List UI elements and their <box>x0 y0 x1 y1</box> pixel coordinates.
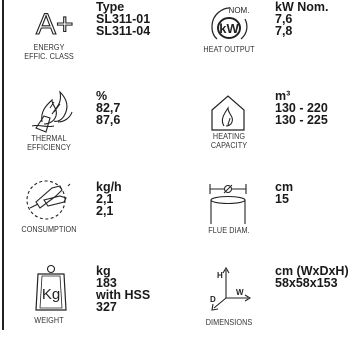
caption-line: CAPACITY <box>210 140 248 150</box>
thermal-efficiency-icon <box>28 88 76 134</box>
dimensions-icon: H W D <box>208 264 252 314</box>
heating-capacity-values: m³ 130 - 220 130 - 225 <box>275 90 328 127</box>
dim-letter-w: W <box>236 288 244 297</box>
caption-line: EFFIC. CLASS <box>24 51 74 61</box>
thermal-efficiency-caption: THERMAL EFFICIENCY <box>11 134 88 152</box>
consumption-icon <box>22 176 78 222</box>
value-line: 15 <box>275 192 289 206</box>
consumption-values: kg/h 2,1 2,1 <box>96 181 122 218</box>
value-line: 130 - 225 <box>275 113 328 127</box>
dimensions-caption: DIMENSIONS <box>191 318 268 327</box>
dim-letter-d: D <box>210 295 216 304</box>
left-border-line <box>2 0 4 330</box>
dim-letter-h: H <box>217 271 223 280</box>
weight-caption: WEIGHT <box>11 316 88 325</box>
caption-line: HEAT OUTPUT <box>203 44 255 54</box>
value-line: 87,6 <box>96 113 121 127</box>
thermal-efficiency-values: % 82,7 87,6 <box>96 90 121 127</box>
value-line: 58x58x153 <box>275 276 338 290</box>
flue-diameter-values: cm 15 <box>275 181 293 206</box>
heat-output-caption: HEAT OUTPUT <box>191 45 268 54</box>
caption-line: CONSUMPTION <box>21 224 77 234</box>
kg-symbol: Kg <box>42 286 60 303</box>
heat-output-values: kW Nom. 7,6 7,8 <box>275 1 328 38</box>
heat-output-icon: kW NOM. <box>207 3 251 43</box>
energy-class-icon: A+ <box>30 4 74 42</box>
caption-line: WEIGHT <box>34 315 64 325</box>
caption-line: DIMENSIONS <box>205 317 253 327</box>
nom-tag: NOM. <box>229 6 250 15</box>
value-line: SL311-04 <box>96 24 151 38</box>
caption-line: EFFICIENCY <box>27 142 71 152</box>
heating-capacity-caption: HEATING CAPACITY <box>191 132 268 150</box>
value-line: 327 <box>96 300 117 314</box>
dimensions-values: cm (WxDxH) 58x58x153 <box>275 265 349 290</box>
energy-class-values: Type SL311-01 SL311-04 <box>96 1 151 38</box>
caption-line: FLUE DIAM. <box>208 225 250 235</box>
value-line: 2,1 <box>96 204 114 218</box>
flue-diameter-icon <box>204 180 252 226</box>
weight-values: kg 183 with HSS 327 <box>96 265 150 314</box>
flue-diameter-caption: FLUE DIAM. <box>191 226 268 235</box>
value-line: 7,8 <box>275 24 293 38</box>
kw-symbol: kW <box>219 21 239 36</box>
energy-class-caption: ENERGY EFFIC. CLASS <box>11 43 88 61</box>
heating-capacity-icon <box>208 92 248 132</box>
consumption-caption: CONSUMPTION <box>11 225 88 234</box>
energy-class-letter: A+ <box>36 8 74 41</box>
weight-icon: Kg <box>30 264 72 312</box>
